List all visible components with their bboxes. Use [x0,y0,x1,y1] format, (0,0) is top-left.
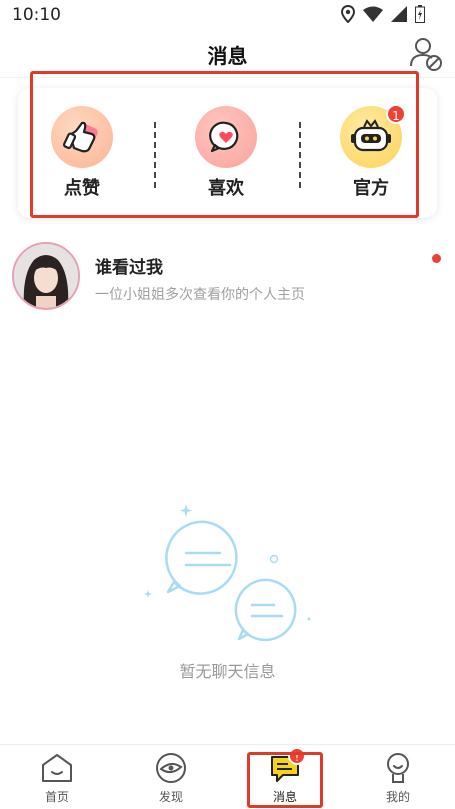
wifi-icon [363,6,383,26]
nav-messages[interactable]: ! 消息 [245,747,325,805]
eye-icon [131,751,211,785]
nav-profile[interactable]: 我的 [358,751,438,805]
status-time: 10:10 [12,5,61,25]
empty-chat-illustration [144,504,311,642]
avatar [12,242,80,310]
robot-icon: 1 [340,104,406,168]
visitor-title: 谁看过我 [95,258,163,278]
quick-actions-card: 点赞 喜欢 1 官方 [18,88,437,218]
signal-icon [391,6,407,26]
status-icons [340,4,425,27]
nav-label: 消息 [272,790,297,804]
nav-label: 发现 [158,790,183,804]
quick-action-favorite[interactable]: 喜欢 [186,106,266,200]
user-block-button[interactable] [409,36,443,72]
quick-action-label: 官方 [353,178,389,199]
quick-action-like[interactable]: 点赞 [42,106,122,200]
message-icon: ! [245,747,325,785]
profile-icon [358,751,438,785]
unread-dot [432,254,441,263]
bottom-nav: 首页 发现 ! 消息 我的 [0,744,455,809]
visitor-row[interactable]: 谁看过我 一位小姐姐多次查看你的个人主页 [0,240,455,316]
app-header: 消息 [0,34,455,78]
status-bar: 10:10 [0,0,455,34]
nav-discover[interactable]: 发现 [131,751,211,805]
nav-label: 首页 [44,790,69,804]
divider [154,122,156,188]
empty-state-text: 暂无聊天信息 [179,662,276,681]
quick-action-label: 点赞 [64,178,100,199]
location-icon [340,4,356,27]
notification-badge: 1 [386,104,406,124]
notification-badge: ! [288,747,306,765]
thumbs-up-icon [51,106,113,168]
page-title: 消息 [207,44,248,68]
heart-chat-icon [195,106,257,168]
nav-label: 我的 [385,790,410,804]
home-icon [17,751,97,785]
nav-home[interactable]: 首页 [17,751,97,805]
quick-action-official[interactable]: 1 官方 [331,104,411,200]
quick-action-label: 喜欢 [208,178,244,199]
user-block-icon [410,38,442,71]
visitor-description: 一位小姐姐多次查看你的个人主页 [95,287,305,303]
battery-icon [415,5,425,27]
divider [299,122,301,188]
